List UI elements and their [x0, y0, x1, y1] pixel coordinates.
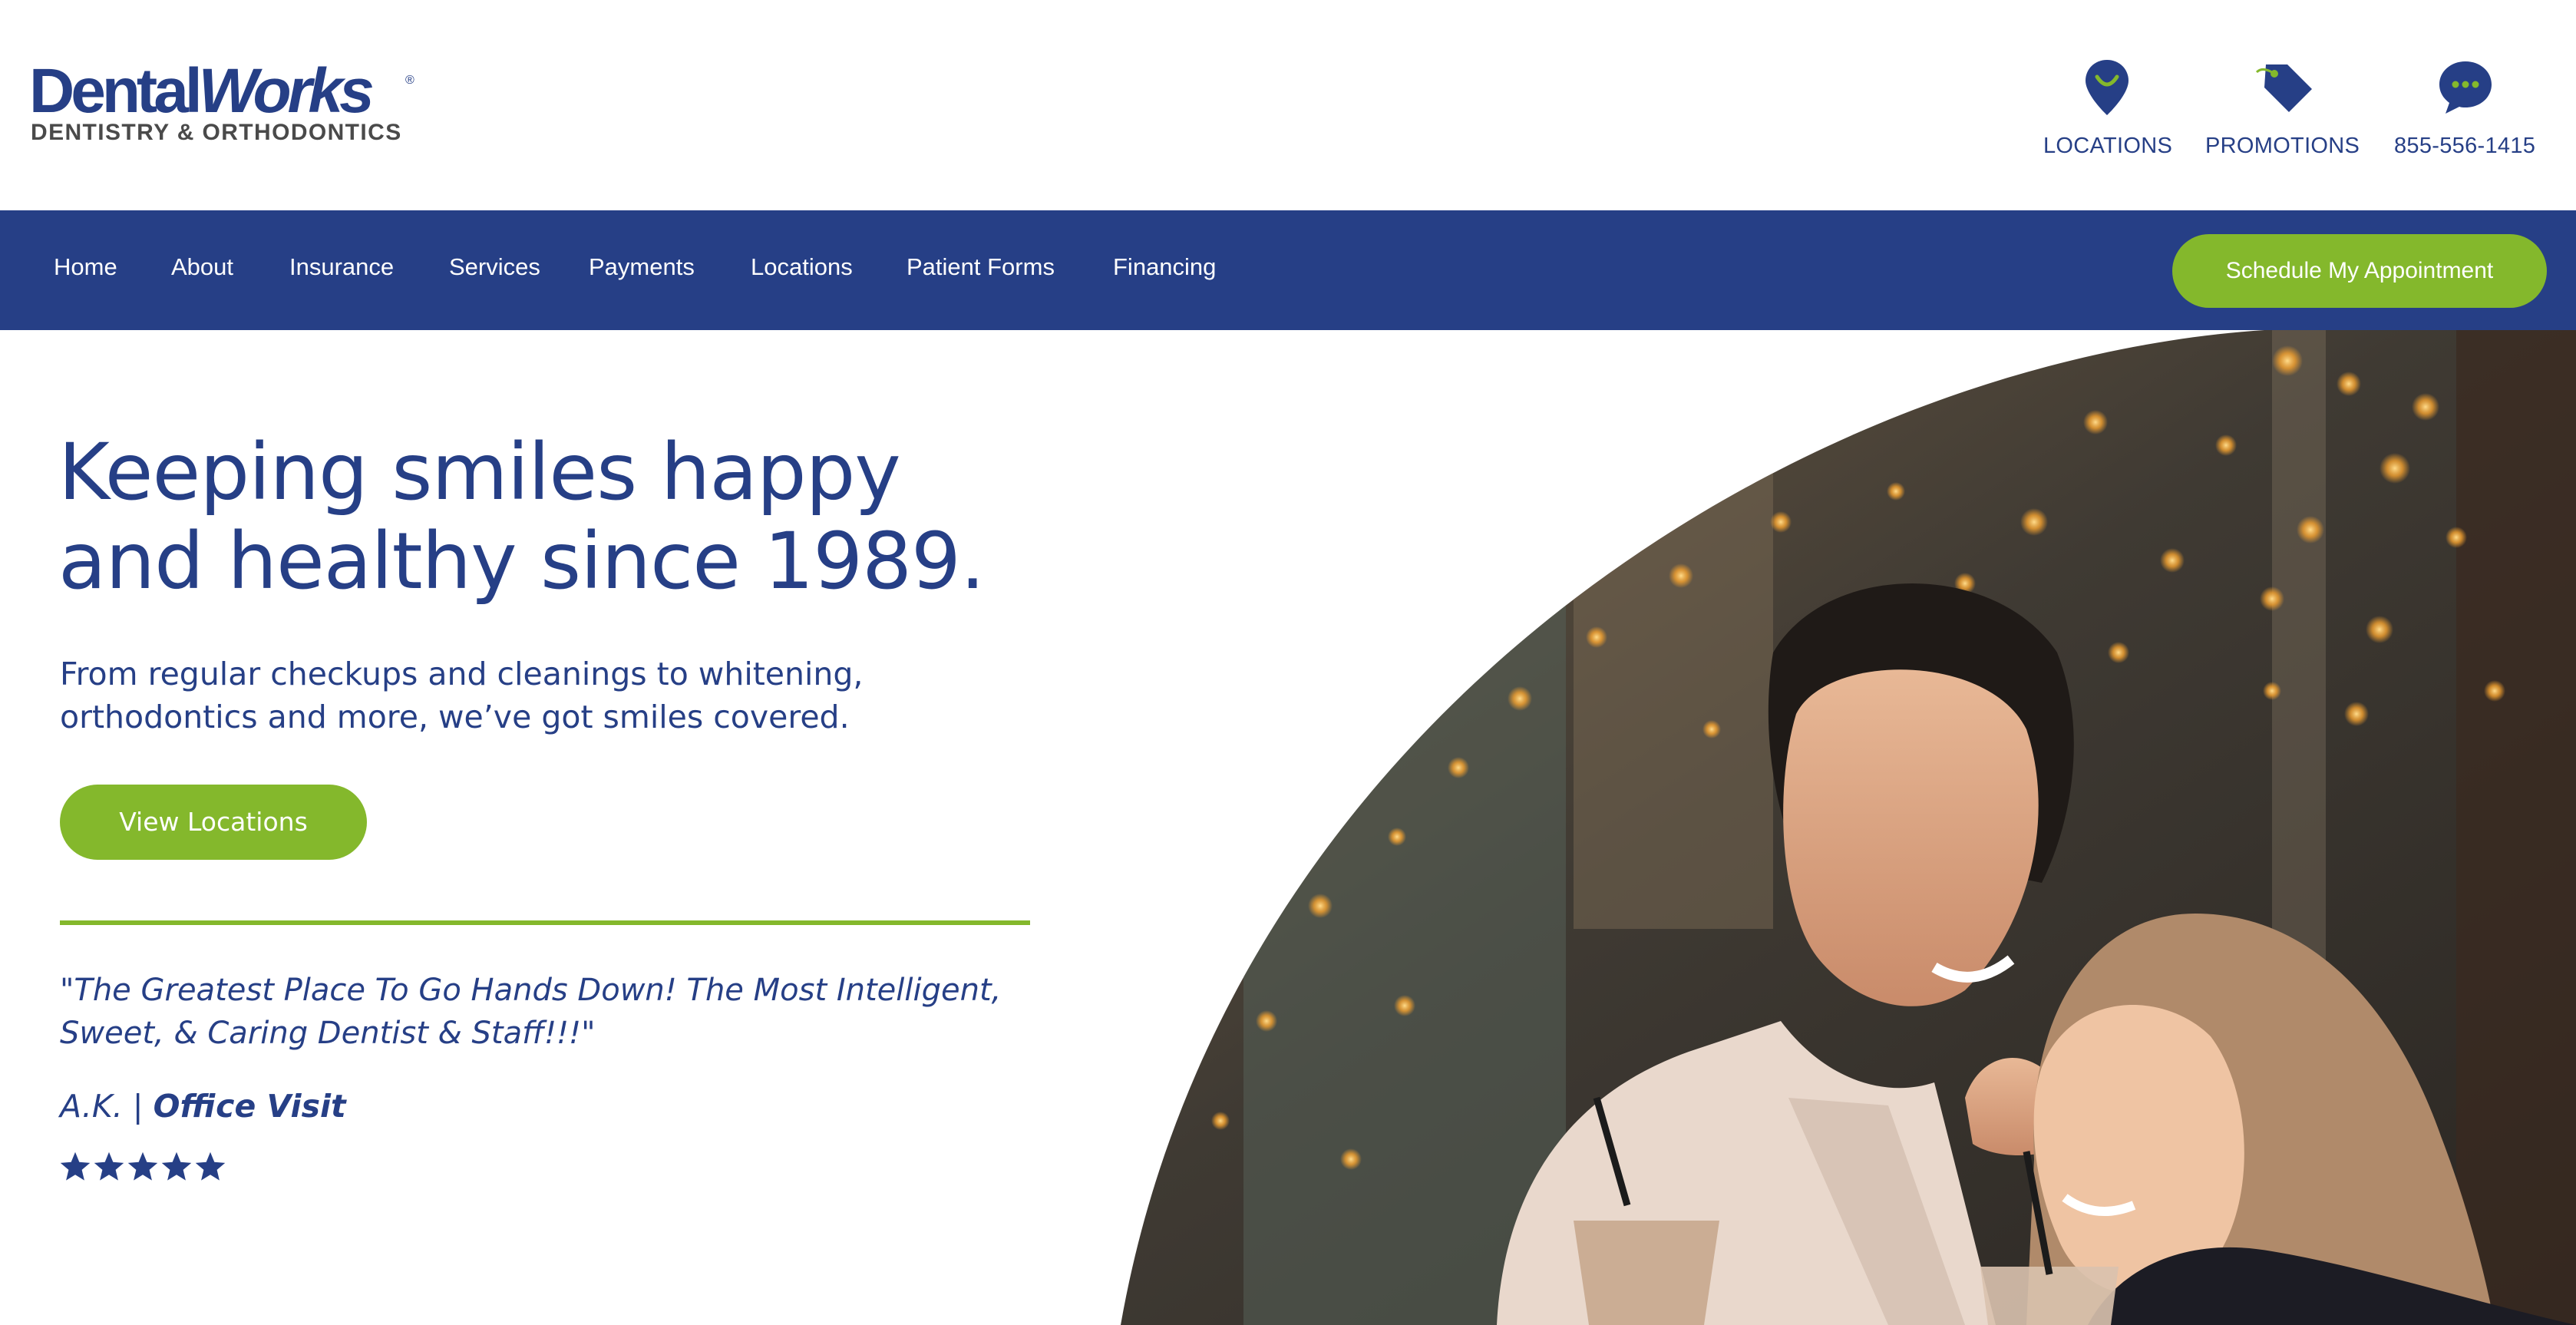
star-rating [58, 1150, 227, 1190]
map-pin-icon [2086, 60, 2129, 115]
site-header: DentalWorks ® DENTISTRY & ORTHODONTICS L… [0, 0, 2576, 210]
hero-headline: Keeping smiles happy and healthy since 1… [58, 427, 985, 607]
hero-subtext: From regular checkups and cleanings to w… [60, 656, 864, 735]
promotions-link[interactable]: PROMOTIONS [2201, 57, 2370, 164]
dentalworks-logo[interactable]: DentalWorks ® DENTISTRY & ORTHODONTICS [29, 60, 428, 152]
logo-wordmark: DentalWorks [29, 56, 375, 126]
nav-locations[interactable]: Locations [751, 253, 853, 281]
logo-tagline: DENTISTRY & ORTHODONTICS [31, 120, 402, 145]
main-navigation: Home About Insurance Services Payments L… [0, 210, 2576, 330]
star-icon [60, 1152, 91, 1181]
testimonial-attribution: A.K. | Office Visit [60, 1088, 346, 1125]
review-type: Office Visit [153, 1088, 346, 1125]
nav-home[interactable]: Home [54, 253, 117, 281]
chat-bubble-icon [2439, 61, 2492, 114]
testimonial-quote: "The Greatest Place To Go Hands Down! Th… [60, 973, 1002, 1051]
star-icon [94, 1152, 124, 1181]
star-icon [195, 1152, 226, 1181]
phone-link[interactable]: 855-556-1415 [2389, 57, 2542, 164]
star-icon [127, 1152, 158, 1181]
locations-label: LOCATIONS [2043, 134, 2173, 158]
promotions-label: PROMOTIONS [2205, 134, 2360, 158]
view-locations-button[interactable]: View Locations [60, 785, 367, 860]
star-icon [161, 1152, 192, 1181]
registered-mark: ® [405, 74, 414, 87]
tag-icon [2255, 64, 2312, 112]
nav-financing[interactable]: Financing [1113, 253, 1216, 281]
schedule-appointment-button[interactable]: Schedule My Appointment [2172, 234, 2547, 308]
green-divider [60, 920, 1030, 925]
nav-patient-forms[interactable]: Patient Forms [907, 253, 1055, 281]
nav-services[interactable]: Services [449, 253, 540, 281]
nav-payments[interactable]: Payments [589, 253, 695, 281]
nav-insurance[interactable]: Insurance [289, 253, 394, 281]
nav-about[interactable]: About [171, 253, 233, 281]
hero-section: Keeping smiles happy and healthy since 1… [0, 330, 2576, 1325]
locations-link[interactable]: LOCATIONS [2026, 57, 2188, 164]
phone-number: 855-556-1415 [2394, 134, 2536, 158]
reviewer-name: A.K. | [60, 1088, 144, 1125]
